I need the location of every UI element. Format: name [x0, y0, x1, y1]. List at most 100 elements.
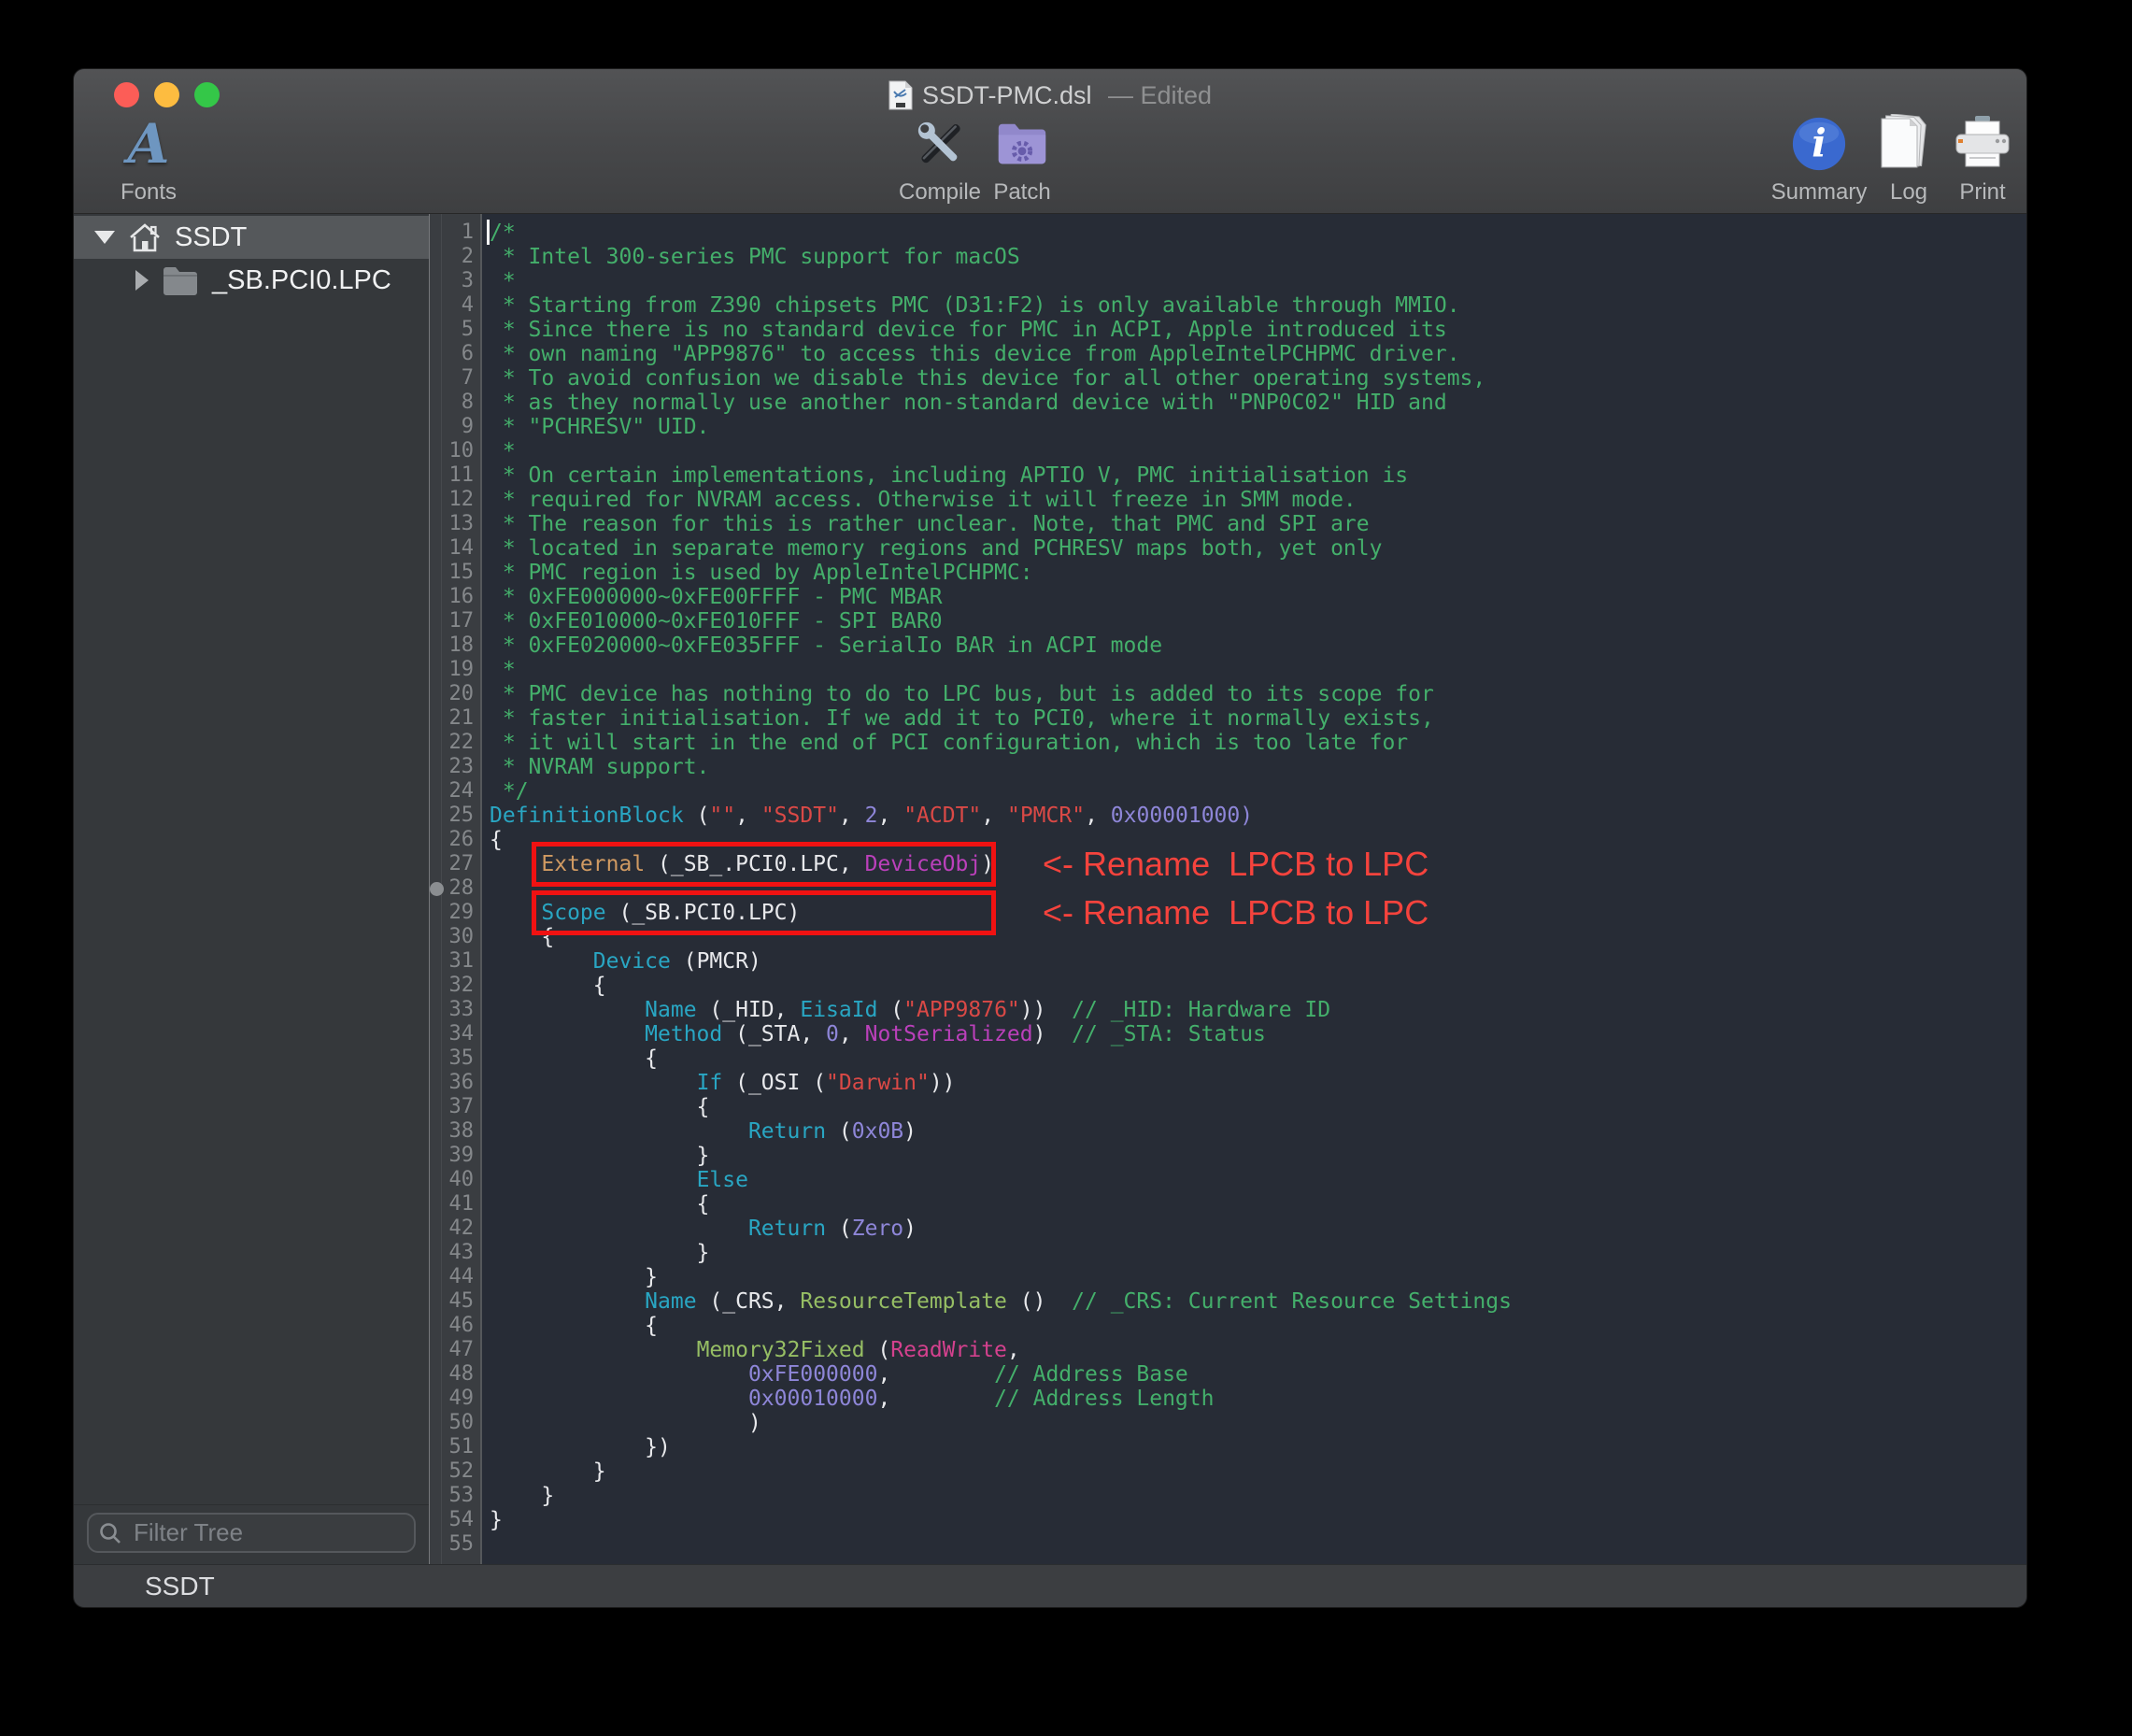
gutter-row[interactable]: [430, 1435, 441, 1459]
gutter-row[interactable]: [430, 1022, 441, 1046]
gutter-row[interactable]: [430, 1241, 441, 1265]
code-line[interactable]: }): [482, 1435, 2026, 1459]
gutter-row[interactable]: [430, 949, 441, 974]
code-line[interactable]: }: [482, 1508, 2026, 1532]
print-button[interactable]: Print: [1938, 114, 2027, 206]
gutter-row[interactable]: [430, 974, 441, 998]
code-line[interactable]: Else: [482, 1168, 2026, 1192]
gutter-row[interactable]: [430, 1387, 441, 1411]
marker-gutter[interactable]: [430, 214, 442, 1564]
code-line[interactable]: * 0xFE010000~0xFE010FFF - SPI BAR0: [482, 609, 2026, 633]
gutter-row[interactable]: [430, 1168, 441, 1192]
gutter-row[interactable]: [430, 561, 441, 585]
gutter-row[interactable]: [430, 706, 441, 731]
code-line[interactable]: * 0xFE020000~0xFE035FFF - SerialIo BAR i…: [482, 633, 2026, 658]
gutter-row[interactable]: [430, 925, 441, 949]
gutter-row[interactable]: [430, 536, 441, 561]
code-line[interactable]: * PMC region is used by AppleIntelPCHPMC…: [482, 561, 2026, 585]
gutter-row[interactable]: [430, 682, 441, 706]
gutter-row[interactable]: [430, 318, 441, 342]
code-line[interactable]: * own naming "APP9876" to access this de…: [482, 342, 2026, 366]
code-line[interactable]: ): [482, 1411, 2026, 1435]
sidebar-item-ssdt[interactable]: SSDT: [74, 216, 429, 259]
code-line[interactable]: *: [482, 658, 2026, 682]
code-line[interactable]: * "PCHRESV" UID.: [482, 415, 2026, 439]
gutter-row[interactable]: [430, 1314, 441, 1338]
code-line[interactable]: 0xFE000000, // Address Base: [482, 1362, 2026, 1387]
code-line[interactable]: * as they normally use another non-stand…: [482, 391, 2026, 415]
code-line[interactable]: Return (Zero): [482, 1217, 2026, 1241]
disclosure-open-icon[interactable]: [94, 231, 115, 244]
filter-tree-input[interactable]: [87, 1513, 416, 1553]
gutter-row[interactable]: [430, 1265, 441, 1289]
gutter-row[interactable]: [430, 269, 441, 293]
gutter-row[interactable]: [430, 1508, 441, 1532]
code-line[interactable]: * faster initialisation. If we add it to…: [482, 706, 2026, 731]
code-line[interactable]: * located in separate memory regions and…: [482, 536, 2026, 561]
gutter-row[interactable]: [430, 1217, 441, 1241]
code-line[interactable]: * Starting from Z390 chipsets PMC (D31:F…: [482, 293, 2026, 318]
code-line[interactable]: * NVRAM support.: [482, 755, 2026, 779]
code-line[interactable]: {: [482, 1095, 2026, 1119]
gutter-row[interactable]: [430, 391, 441, 415]
document-icon[interactable]: [888, 80, 913, 110]
code-line[interactable]: * Since there is no standard device for …: [482, 318, 2026, 342]
code-line[interactable]: * PMC device has nothing to do to LPC bu…: [482, 682, 2026, 706]
gutter-row[interactable]: [430, 731, 441, 755]
code-line[interactable]: 0x00010000, // Address Length: [482, 1387, 2026, 1411]
code-line[interactable]: }: [482, 1144, 2026, 1168]
gutter-row[interactable]: [430, 852, 441, 876]
code-editor[interactable]: /* * Intel 300-series PMC support for ma…: [482, 214, 2026, 1564]
code-line[interactable]: *: [482, 269, 2026, 293]
gutter-row[interactable]: [430, 804, 441, 828]
gutter-row[interactable]: [430, 463, 441, 488]
gutter-row[interactable]: [430, 828, 441, 852]
gutter-row[interactable]: [430, 1459, 441, 1484]
gutter-row[interactable]: [430, 366, 441, 391]
gutter-row[interactable]: [430, 1071, 441, 1095]
code-line[interactable]: If (_OSI ("Darwin")): [482, 1071, 2026, 1095]
tree-panel[interactable]: SSDT _SB.PCI0.LPC: [74, 214, 429, 1504]
gutter-row[interactable]: [430, 779, 441, 804]
gutter-row[interactable]: [430, 415, 441, 439]
gutter-row[interactable]: [430, 1484, 441, 1508]
gutter-row[interactable]: [430, 1289, 441, 1314]
gutter-row[interactable]: [430, 998, 441, 1022]
code-line[interactable]: */: [482, 779, 2026, 804]
fonts-button[interactable]: A Fonts: [102, 114, 195, 206]
gutter-row[interactable]: [430, 1046, 441, 1071]
code-line[interactable]: /*: [482, 221, 2026, 245]
gutter-row[interactable]: [430, 293, 441, 318]
code-line[interactable]: * 0xFE000000~0xFE00FFFF - PMC MBAR: [482, 585, 2026, 609]
gutter-row[interactable]: [430, 488, 441, 512]
code-line[interactable]: }: [482, 1241, 2026, 1265]
code-line[interactable]: {: [482, 1314, 2026, 1338]
gutter-row[interactable]: [430, 512, 441, 536]
summary-button[interactable]: i Summary: [1761, 114, 1877, 206]
gutter-row[interactable]: [430, 609, 441, 633]
gutter-row[interactable]: [430, 1338, 441, 1362]
code-line[interactable]: DefinitionBlock ("", "SSDT", 2, "ACDT", …: [482, 804, 2026, 828]
code-line[interactable]: * To avoid confusion we disable this dev…: [482, 366, 2026, 391]
gutter-row[interactable]: [430, 633, 441, 658]
gutter-row[interactable]: [430, 876, 441, 901]
gutter-row[interactable]: [430, 342, 441, 366]
code-line[interactable]: * it will start in the end of PCI config…: [482, 731, 2026, 755]
code-line[interactable]: * On certain implementations, including …: [482, 463, 2026, 488]
code-line[interactable]: Name (_HID, EisaId ("APP9876")) // _HID:…: [482, 998, 2026, 1022]
gutter-row[interactable]: [430, 755, 441, 779]
code-line[interactable]: * The reason for this is rather unclear.…: [482, 512, 2026, 536]
gutter-row[interactable]: [430, 901, 441, 925]
code-line[interactable]: Name (_CRS, ResourceTemplate () // _CRS:…: [482, 1289, 2026, 1314]
code-line[interactable]: Memory32Fixed (ReadWrite,: [482, 1338, 2026, 1362]
gutter-row[interactable]: [430, 1095, 441, 1119]
code-line[interactable]: }: [482, 1484, 2026, 1508]
gutter-row[interactable]: [430, 1411, 441, 1435]
code-line[interactable]: }: [482, 1265, 2026, 1289]
code-line[interactable]: {: [482, 974, 2026, 998]
gutter-row[interactable]: [430, 1144, 441, 1168]
gutter-row[interactable]: [430, 245, 441, 269]
gutter-row[interactable]: [430, 221, 441, 245]
gutter-row[interactable]: [430, 1119, 441, 1144]
code-line[interactable]: {: [482, 1192, 2026, 1217]
